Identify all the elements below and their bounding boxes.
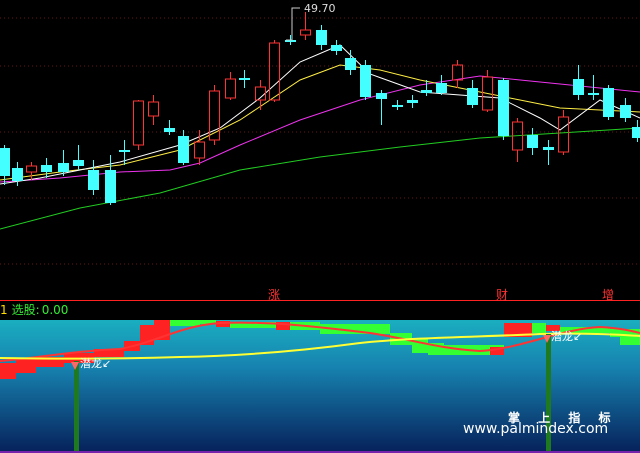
- candle-body: [392, 105, 403, 107]
- candle-body: [148, 101, 159, 117]
- selector-value: 0.00: [41, 303, 69, 317]
- indicator-info-bar: 1 选股: 0.00: [0, 301, 640, 320]
- candle-body: [452, 64, 463, 81]
- price-chart[interactable]: [0, 0, 640, 301]
- signal-label-right: 潜龙↙: [551, 330, 583, 343]
- candle-body: [164, 128, 175, 132]
- candle-body: [331, 45, 342, 51]
- peak-leader-line: [286, 7, 300, 41]
- candle-body: [467, 88, 478, 105]
- candle-body: [407, 100, 418, 103]
- candle-body: [73, 160, 84, 166]
- candle-body: [588, 93, 599, 95]
- signal-label-left: 潜龙↙: [80, 357, 112, 370]
- candle-body: [12, 168, 23, 181]
- candle-body: [26, 165, 37, 173]
- candle-body: [194, 141, 205, 159]
- candle-body: [300, 29, 311, 36]
- candle-body: [225, 78, 236, 99]
- selector-label: 选股:: [11, 303, 40, 317]
- candle-body: [88, 170, 99, 190]
- indicator-block: [170, 320, 200, 326]
- candle-body: [41, 165, 52, 172]
- candle-body: [119, 150, 130, 152]
- signal-bar-left: [74, 361, 79, 453]
- peak-price-label: 49.70: [304, 2, 336, 15]
- candle-body: [558, 116, 569, 153]
- candle-body: [527, 135, 538, 148]
- price-gridlines: [0, 17, 640, 265]
- candle-body: [632, 127, 640, 138]
- candle-body: [360, 65, 371, 97]
- indicator-block: [16, 359, 36, 373]
- indicator-index: 1: [0, 303, 8, 317]
- candle-body: [178, 136, 189, 163]
- candle-body: [269, 42, 280, 101]
- candle-body: [345, 58, 356, 70]
- candle-body: [376, 93, 387, 99]
- candle-body: [436, 83, 447, 93]
- candle-body: [603, 88, 614, 117]
- candle-body: [105, 170, 116, 203]
- candle-body: [573, 79, 584, 95]
- candle-body: [316, 30, 327, 45]
- moving-average-line: [0, 75, 640, 183]
- candle-body: [421, 90, 432, 93]
- candle-body: [0, 148, 10, 176]
- moving-average-lines: [0, 44, 640, 230]
- candle-body: [498, 80, 509, 136]
- watermark-url: www.palmindex.com: [463, 421, 609, 437]
- candle-body: [620, 105, 631, 118]
- candle-body: [239, 78, 250, 80]
- candlestick-series: [0, 12, 640, 205]
- candle-body: [543, 147, 554, 150]
- candle-body: [58, 163, 69, 172]
- candle-body: [133, 100, 144, 146]
- indicator-block: [0, 363, 16, 379]
- indicator-block: [532, 323, 546, 333]
